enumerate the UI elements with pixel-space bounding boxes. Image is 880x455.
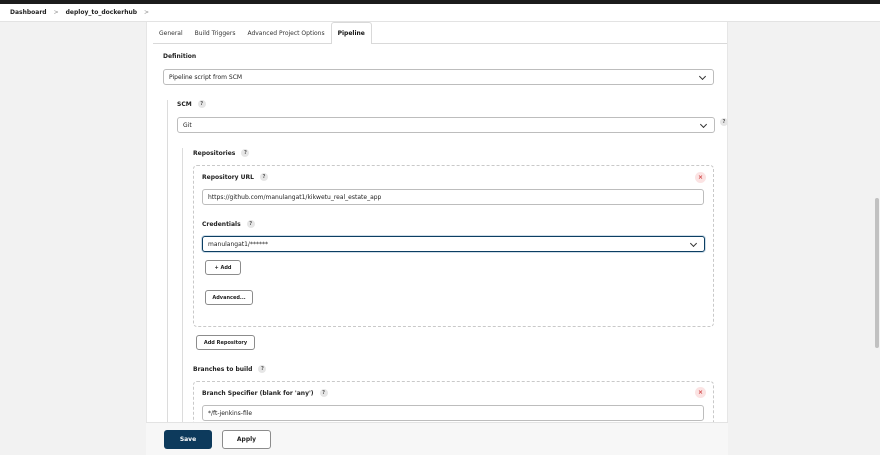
definition-select[interactable]: Pipeline script from SCM [163, 69, 714, 85]
help-icon[interactable]: ? [197, 100, 206, 108]
repository-url-input[interactable]: https://github.com/manulangat1/kikwetu_r… [202, 189, 704, 205]
scrollbar-thumb[interactable] [875, 198, 879, 348]
branches-label: Branches to build ? [193, 365, 267, 373]
chevron-down-icon [699, 120, 708, 129]
credentials-select-value: manulangat1/****** [208, 240, 268, 248]
add-credentials-button[interactable]: + Add [205, 260, 241, 275]
repositories-label-text: Repositories [193, 149, 236, 157]
apply-button[interactable]: Apply [222, 430, 271, 449]
scm-label: SCM ? [177, 100, 206, 108]
help-icon[interactable]: ? [246, 220, 255, 228]
branches-label-text: Branches to build [193, 365, 253, 373]
definition-select-value: Pipeline script from SCM [169, 73, 243, 81]
form-footer: Save Apply [146, 422, 728, 455]
tab-advanced-project-options[interactable]: Advanced Project Options [241, 22, 330, 44]
breadcrumb-dashboard[interactable]: Dashboard [10, 9, 47, 16]
repository-url-label-text: Repository URL [202, 173, 254, 181]
repositories-section-line [182, 148, 183, 444]
add-repository-button[interactable]: Add Repository [196, 335, 255, 350]
repositories-label: Repositories ? [193, 149, 250, 157]
scm-label-text: SCM [177, 100, 192, 108]
chevron-right-icon[interactable]: > [144, 9, 149, 16]
delete-branch-icon[interactable]: × [695, 387, 706, 398]
help-icon[interactable]: ? [720, 118, 728, 126]
delete-repository-icon[interactable]: × [695, 172, 706, 183]
save-button[interactable]: Save [164, 430, 212, 449]
tab-general[interactable]: General [153, 22, 189, 44]
chevron-right-icon: > [53, 9, 59, 16]
help-icon[interactable]: ? [260, 173, 268, 181]
repository-url-value: https://github.com/manulangat1/kikwetu_r… [208, 193, 382, 201]
definition-label-text: Definition [163, 53, 197, 60]
repository-url-label: Repository URL ? [202, 173, 268, 181]
breadcrumb-job[interactable]: deploy_to_dockerhub [66, 9, 137, 16]
help-icon[interactable]: ? [319, 389, 328, 397]
tab-build-triggers[interactable]: Build Triggers [189, 22, 242, 44]
help-icon[interactable]: ? [241, 149, 250, 157]
branch-specifier-value: */ft-jenkins-file [208, 409, 253, 417]
scm-select[interactable]: Git [177, 117, 715, 133]
credentials-select[interactable]: manulangat1/****** [202, 236, 705, 252]
scm-section-line [167, 100, 168, 444]
chevron-down-icon [689, 239, 698, 248]
branch-specifier-input[interactable]: */ft-jenkins-file [202, 405, 704, 421]
config-panel: General Build Triggers Advanced Project … [146, 22, 728, 455]
scm-select-value: Git [183, 121, 192, 129]
help-icon[interactable]: ? [258, 365, 267, 373]
advanced-button[interactable]: Advanced... [205, 290, 253, 305]
credentials-label: Credentials ? [202, 220, 255, 228]
config-tabs: General Build Triggers Advanced Project … [153, 22, 372, 44]
credentials-label-text: Credentials [202, 220, 241, 228]
branch-specifier-label-text: Branch Specifier (blank for 'any') [202, 389, 314, 397]
chevron-down-icon [698, 72, 707, 81]
tab-pipeline[interactable]: Pipeline [330, 22, 372, 44]
definition-label: Definition [163, 53, 196, 60]
breadcrumb: Dashboard > deploy_to_dockerhub > [0, 4, 880, 22]
branch-specifier-label: Branch Specifier (blank for 'any') ? [202, 389, 328, 397]
